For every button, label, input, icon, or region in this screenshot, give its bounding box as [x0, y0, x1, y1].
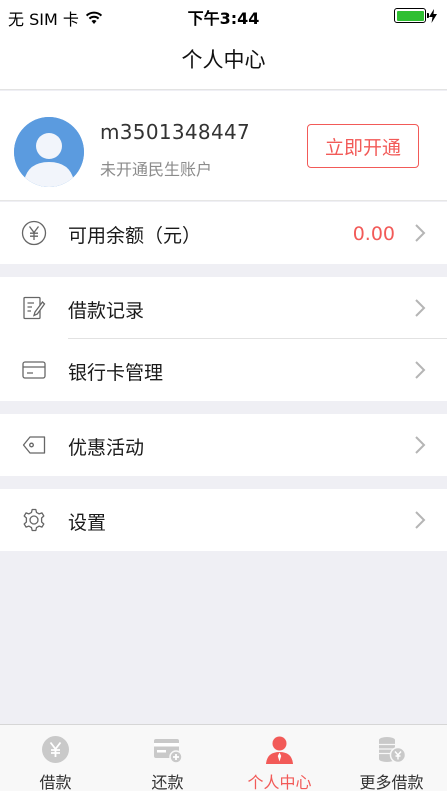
chevron-right-icon — [415, 436, 426, 454]
yen-coin-icon — [42, 736, 69, 763]
balance-row[interactable]: 可用余额（元） 0.00 — [0, 202, 447, 264]
tab-bar: 借款 还款 个人中心 更多借款 — [0, 724, 447, 791]
account-status: 未开通民生账户 — [100, 160, 213, 179]
menu-label-promotions: 优惠活动 — [68, 437, 145, 459]
balance-value: 0.00 — [352, 223, 395, 245]
default-avatar-icon — [14, 117, 84, 187]
tag-icon — [22, 436, 46, 454]
bank-card-icon — [22, 361, 46, 379]
menu-item-settings[interactable]: 设置 — [0, 489, 447, 551]
menu-label-bank-cards: 银行卡管理 — [68, 362, 164, 384]
yen-circle-icon — [21, 220, 47, 246]
chevron-right-icon — [415, 361, 426, 379]
open-account-button[interactable]: 立即开通 — [307, 124, 419, 168]
menu-label-settings: 设置 — [68, 512, 107, 534]
balance-label: 可用余额（元） — [68, 225, 202, 247]
nav-bar: 个人中心 — [0, 32, 447, 90]
card-repay-icon — [154, 739, 183, 764]
username: m3501348447 — [100, 120, 251, 144]
avatar[interactable] — [14, 117, 84, 187]
charging-bolt-icon — [429, 8, 437, 23]
menu-item-promotions[interactable]: 优惠活动 — [0, 414, 447, 476]
tab-label: 还款 — [151, 773, 184, 791]
document-edit-icon — [23, 296, 46, 320]
tab-borrow[interactable]: 借款 — [0, 725, 111, 791]
gear-icon — [23, 508, 45, 532]
tab-repay[interactable]: 还款 — [112, 725, 223, 791]
menu-label-loan-records: 借款记录 — [68, 300, 145, 322]
profile-card: m3501348447 未开通民生账户 立即开通 — [0, 91, 447, 201]
tab-personal-center[interactable]: 个人中心 — [224, 725, 335, 791]
tab-more-loans[interactable]: 更多借款 — [336, 725, 447, 791]
chevron-right-icon — [415, 511, 426, 529]
person-icon — [266, 736, 293, 764]
tab-label: 借款 — [39, 773, 72, 791]
menu-item-bank-cards[interactable]: 银行卡管理 — [0, 339, 447, 401]
tab-label: 更多借款 — [359, 773, 424, 791]
status-time: 下午3:44 — [187, 9, 260, 28]
chevron-right-icon — [415, 299, 426, 317]
chevron-right-icon — [415, 224, 426, 242]
battery-icon — [394, 8, 437, 23]
tab-label: 个人中心 — [247, 773, 312, 791]
coin-stack-icon — [379, 737, 407, 764]
status-bar: 无 SIM 卡 下午3:44 — [0, 0, 447, 32]
menu-item-loan-records[interactable]: 借款记录 — [0, 277, 447, 339]
page-title: 个人中心 — [181, 48, 266, 72]
